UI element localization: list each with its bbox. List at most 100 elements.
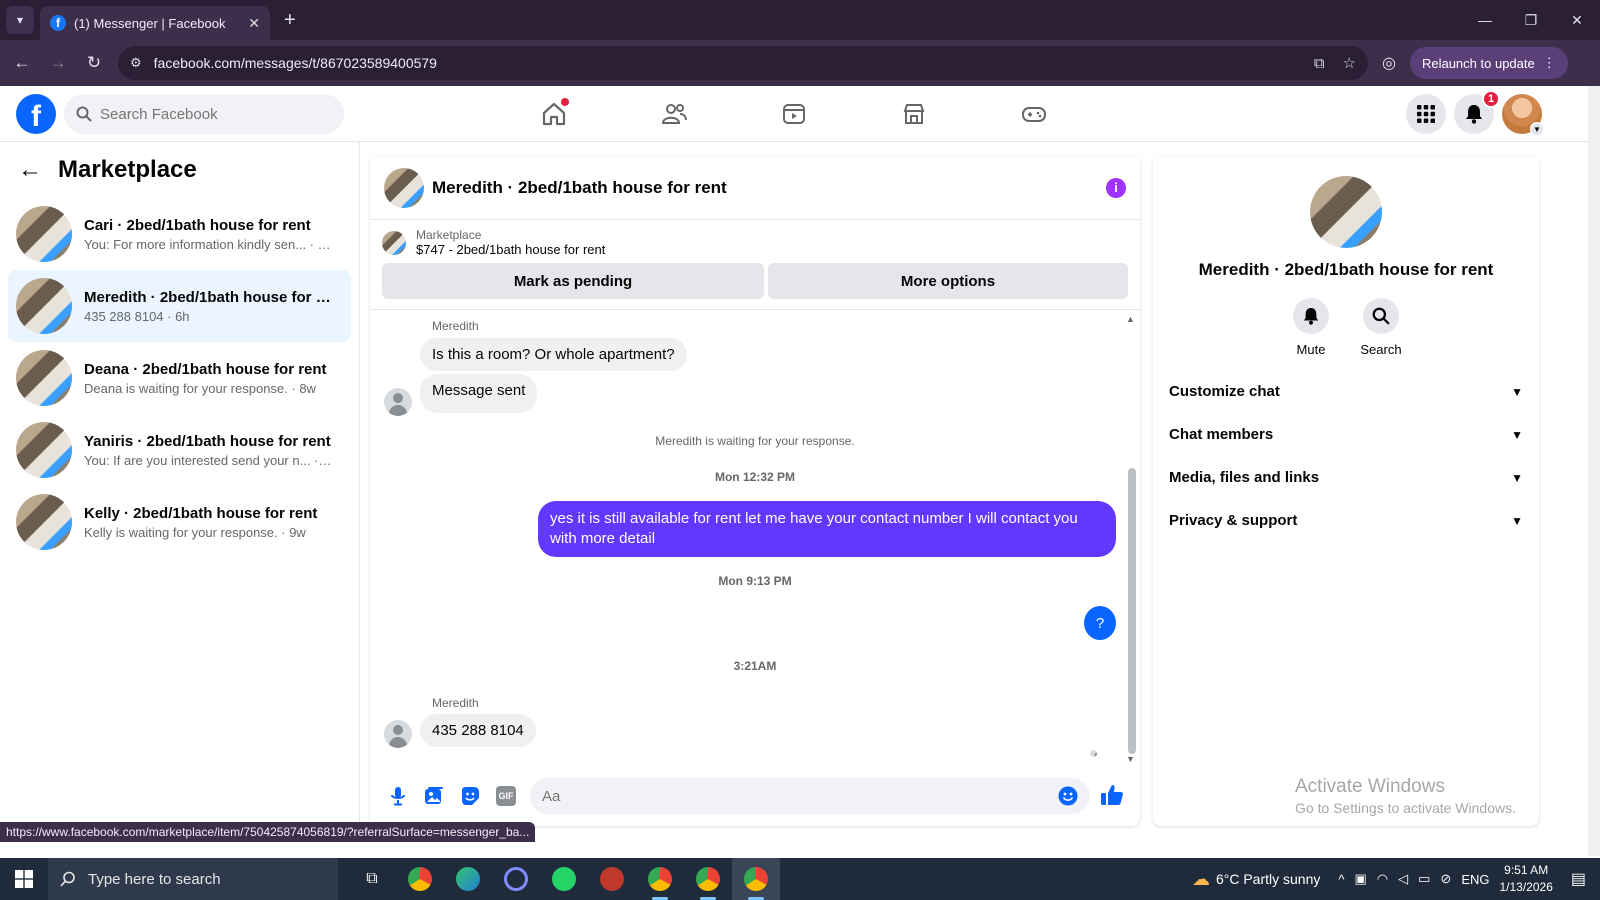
send-like-button[interactable]: [1100, 783, 1124, 810]
conversation-sidebar: ← Marketplace Cari · 2bed/1bath house fo…: [0, 142, 360, 842]
listing-thumbnail[interactable]: [382, 230, 406, 255]
tab-search-button[interactable]: ▾: [6, 6, 34, 34]
taskbar-app-edge[interactable]: [444, 858, 492, 900]
emoji-icon[interactable]: [1058, 786, 1078, 806]
taskbar-app-chrome-profile[interactable]: [684, 858, 732, 900]
scroll-thumb[interactable]: [1128, 468, 1136, 754]
scroll-up-icon[interactable]: ▲: [1126, 314, 1135, 324]
minimize-icon[interactable]: —: [1462, 0, 1508, 40]
nav-friends[interactable]: [614, 86, 734, 142]
conversation-item-active[interactable]: Meredith · 2bed/1bath house for rent 435 …: [8, 270, 351, 342]
taskbar-app-wpm[interactable]: [588, 858, 636, 900]
conversation-item[interactable]: Yaniris · 2bed/1bath house for rent You: …: [8, 414, 351, 486]
notification-center-icon[interactable]: ▤: [1571, 869, 1586, 889]
attach-media-button[interactable]: [416, 786, 452, 806]
chat-thumbnail[interactable]: [384, 167, 424, 208]
section-privacy-support[interactable]: Privacy & support ▼: [1161, 499, 1531, 542]
account-avatar[interactable]: ▼: [1502, 94, 1544, 136]
browser-profile-icon[interactable]: ◎: [1382, 53, 1396, 73]
facebook-search-input[interactable]: [100, 105, 320, 123]
search-in-conversation-button[interactable]: Search: [1346, 298, 1416, 357]
chevron-up-icon[interactable]: ^: [1338, 872, 1344, 887]
camera-icon[interactable]: ▣: [1354, 871, 1366, 887]
browser-menu-icon[interactable]: ⋮: [1543, 55, 1556, 71]
conversation-item[interactable]: Cari · 2bed/1bath house for rent You: For…: [8, 198, 351, 270]
battery-icon[interactable]: ▭: [1418, 871, 1430, 887]
back-arrow-icon[interactable]: ←: [18, 156, 42, 184]
outgoing-message[interactable]: yes it is still available for rent let m…: [538, 501, 1116, 557]
facebook-logo-icon[interactable]: f: [16, 94, 56, 134]
nav-video[interactable]: [734, 86, 854, 142]
section-customize-chat[interactable]: Customize chat ▼: [1161, 370, 1531, 413]
back-icon[interactable]: ←: [4, 53, 40, 73]
message-input[interactable]: [542, 787, 1058, 805]
facebook-search[interactable]: [64, 94, 344, 134]
chrome-icon: [696, 867, 720, 891]
taskbar-app-chrome-profile[interactable]: [636, 858, 684, 900]
mark-as-pending-button[interactable]: Mark as pending: [382, 263, 764, 299]
new-tab-button[interactable]: +: [284, 9, 296, 32]
watermark-title: Activate Windows: [1295, 776, 1445, 797]
nav-gaming[interactable]: [974, 86, 1094, 142]
volume-icon[interactable]: ◁: [1398, 871, 1408, 887]
conversation-name: Deana · 2bed/1bath house for rent: [84, 360, 327, 378]
wifi-icon[interactable]: ◠: [1377, 871, 1388, 887]
start-button[interactable]: [0, 870, 48, 888]
chat-scrollbar[interactable]: ▲ ▼: [1126, 314, 1136, 766]
taskbar-clock[interactable]: 9:51 AM 1/13/2026: [1499, 862, 1552, 896]
reload-icon[interactable]: ↻: [76, 53, 112, 73]
info-icon[interactable]: i: [1106, 177, 1126, 198]
sticker-button[interactable]: [452, 786, 488, 806]
conversation-item[interactable]: Deana · 2bed/1bath house for rent Deana i…: [8, 342, 351, 414]
photo-icon: [425, 787, 443, 804]
site-info-icon[interactable]: ⚙: [130, 55, 142, 71]
task-view-button[interactable]: ⧉: [348, 858, 396, 900]
close-window-icon[interactable]: ✕: [1554, 0, 1600, 40]
address-bar[interactable]: ⚙ facebook.com/messages/t/86702358940057…: [118, 46, 1368, 80]
gif-button[interactable]: GIF: [488, 786, 524, 806]
weather-widget[interactable]: ☁ 6°C Partly sunny: [1192, 869, 1320, 890]
activate-windows-watermark: Activate Windows Go to Settings to activ…: [1295, 776, 1516, 816]
incoming-message[interactable]: Message sent: [420, 374, 538, 413]
conversation-item[interactable]: Kelly · 2bed/1bath house for rent Kelly i…: [8, 486, 351, 558]
sender-avatar[interactable]: [384, 388, 412, 416]
section-chat-members[interactable]: Chat members ▼: [1161, 413, 1531, 456]
url-text[interactable]: facebook.com/messages/t/867023589400579: [154, 55, 1296, 71]
page-scrollbar[interactable]: [1588, 86, 1600, 856]
outgoing-message[interactable]: ?: [1084, 606, 1116, 640]
menu-grid-button[interactable]: [1406, 94, 1446, 134]
message-input-wrapper[interactable]: [530, 778, 1090, 814]
sender-name: Meredith: [432, 696, 479, 710]
install-app-icon[interactable]: ⧉: [1314, 55, 1325, 72]
chat-title[interactable]: Meredith · 2bed/1bath house for rent: [432, 178, 1106, 198]
taskbar-app-chrome-active[interactable]: [732, 858, 780, 900]
sender-avatar[interactable]: [384, 720, 412, 748]
incoming-message[interactable]: 435 288 8104: [420, 714, 536, 747]
chrome-icon: [648, 867, 672, 891]
restore-icon[interactable]: ❐: [1508, 0, 1554, 40]
taskbar-app-chrome[interactable]: [396, 858, 444, 900]
incoming-message[interactable]: Is this a room? Or whole apartment?: [420, 338, 687, 371]
more-options-button[interactable]: More options: [768, 263, 1128, 299]
nav-marketplace[interactable]: [854, 86, 974, 142]
taskbar-app-orbit[interactable]: [492, 858, 540, 900]
mute-button[interactable]: Mute: [1276, 298, 1346, 357]
notifications-button[interactable]: 1: [1454, 90, 1500, 134]
details-thumbnail[interactable]: [1310, 176, 1382, 248]
close-tab-icon[interactable]: ✕: [248, 15, 260, 32]
network-icon[interactable]: ⊘: [1440, 871, 1451, 887]
main-nav: [494, 86, 1094, 142]
bookmark-star-icon[interactable]: ☆: [1343, 54, 1356, 72]
listing-title[interactable]: $747 - 2bed/1bath house for rent: [416, 242, 605, 257]
scroll-down-icon[interactable]: ▼: [1126, 754, 1135, 764]
grid-icon: [1417, 105, 1435, 123]
section-media-files-links[interactable]: Media, files and links ▼: [1161, 456, 1531, 499]
nav-home[interactable]: [494, 86, 614, 142]
voice-clip-button[interactable]: [380, 786, 416, 806]
taskbar-app-whatsapp[interactable]: [540, 858, 588, 900]
relaunch-button[interactable]: Relaunch to update ⋮: [1409, 47, 1568, 79]
language-indicator[interactable]: ENG: [1461, 872, 1489, 887]
taskbar-search[interactable]: Type here to search: [48, 858, 338, 900]
forward-icon[interactable]: →: [40, 53, 76, 73]
browser-tab-messenger[interactable]: f (1) Messenger | Facebook ✕: [40, 6, 270, 40]
